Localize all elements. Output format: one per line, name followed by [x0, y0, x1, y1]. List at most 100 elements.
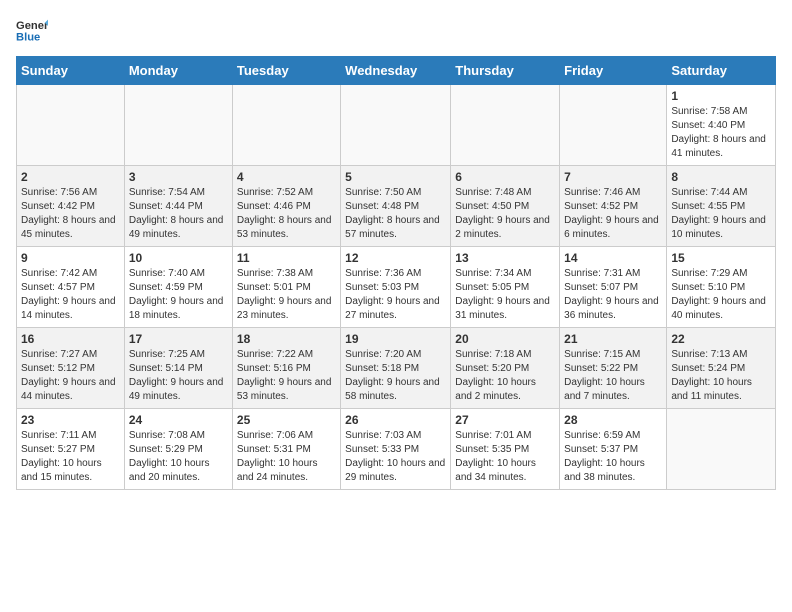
day-number: 14: [564, 251, 662, 265]
day-info: Sunrise: 7:29 AM Sunset: 5:10 PM Dayligh…: [671, 267, 771, 323]
calendar-cell: 26 Sunrise: 7:03 AM Sunset: 5:33 PM Dayli…: [341, 409, 451, 490]
day-number: 24: [129, 413, 228, 427]
svg-text:General: General: [16, 20, 48, 32]
day-number: 6: [455, 170, 555, 184]
svg-text:Blue: Blue: [16, 31, 40, 43]
day-number: 10: [129, 251, 228, 265]
calendar-cell: 27 Sunrise: 7:01 AM Sunset: 5:35 PM Dayli…: [451, 409, 560, 490]
day-info: Sunrise: 7:25 AM Sunset: 5:14 PM Dayligh…: [129, 348, 228, 404]
calendar-week-3: 16 Sunrise: 7:27 AM Sunset: 5:12 PM Dayli…: [17, 328, 776, 409]
day-number: 28: [564, 413, 662, 427]
calendar-cell: 12Sunrise: 7:36 AM Sunset: 5:03 PM Dayli…: [341, 247, 451, 328]
calendar-cell: 2 Sunrise: 7:56 AM Sunset: 4:42 PM Daylig…: [17, 166, 125, 247]
day-info: Sunrise: 7:38 AM Sunset: 5:01 PM Dayligh…: [237, 267, 336, 323]
day-number: 9: [21, 251, 120, 265]
day-info: Sunrise: 7:31 AM Sunset: 5:07 PM Dayligh…: [564, 267, 662, 323]
day-number: 23: [21, 413, 120, 427]
day-number: 8: [671, 170, 771, 184]
day-number: 7: [564, 170, 662, 184]
day-number: 2: [21, 170, 120, 184]
calendar-week-1: 2 Sunrise: 7:56 AM Sunset: 4:42 PM Daylig…: [17, 166, 776, 247]
day-number: 13: [455, 251, 555, 265]
calendar-week-0: 1 Sunrise: 7:58 AM Sunset: 4:40 PM Daylig…: [17, 85, 776, 166]
day-info: Sunrise: 7:13 AM Sunset: 5:24 PM Dayligh…: [671, 348, 771, 404]
calendar-cell: 28 Sunrise: 6:59 AM Sunset: 5:37 PM Dayli…: [560, 409, 667, 490]
calendar-cell: 19 Sunrise: 7:20 AM Sunset: 5:18 PM Dayli…: [341, 328, 451, 409]
calendar-cell: 5 Sunrise: 7:50 AM Sunset: 4:48 PM Daylig…: [341, 166, 451, 247]
day-info: Sunrise: 7:42 AM Sunset: 4:57 PM Dayligh…: [21, 267, 120, 323]
calendar-cell: [232, 85, 340, 166]
day-number: 25: [237, 413, 336, 427]
day-number: 22: [671, 332, 771, 346]
weekday-header-tuesday: Tuesday: [232, 57, 340, 85]
calendar-cell: [560, 85, 667, 166]
day-number: 4: [237, 170, 336, 184]
day-info: Sunrise: 7:11 AM Sunset: 5:27 PM Dayligh…: [21, 429, 120, 485]
calendar-cell: 24 Sunrise: 7:08 AM Sunset: 5:29 PM Dayli…: [124, 409, 232, 490]
day-number: 19: [345, 332, 446, 346]
day-info: Sunrise: 7:48 AM Sunset: 4:50 PM Dayligh…: [455, 186, 555, 242]
day-info: Sunrise: 7:18 AM Sunset: 5:20 PM Dayligh…: [455, 348, 555, 404]
day-number: 17: [129, 332, 228, 346]
day-number: 26: [345, 413, 446, 427]
day-info: Sunrise: 7:56 AM Sunset: 4:42 PM Dayligh…: [21, 186, 120, 242]
day-info: Sunrise: 7:52 AM Sunset: 4:46 PM Dayligh…: [237, 186, 336, 242]
calendar-cell: 18Sunrise: 7:22 AM Sunset: 5:16 PM Dayli…: [232, 328, 340, 409]
calendar-cell: [17, 85, 125, 166]
calendar-cell: 4 Sunrise: 7:52 AM Sunset: 4:46 PM Daylig…: [232, 166, 340, 247]
calendar-cell: 21 Sunrise: 7:15 AM Sunset: 5:22 PM Dayli…: [560, 328, 667, 409]
day-info: Sunrise: 7:08 AM Sunset: 5:29 PM Dayligh…: [129, 429, 228, 485]
day-number: 3: [129, 170, 228, 184]
calendar-cell: 3 Sunrise: 7:54 AM Sunset: 4:44 PM Daylig…: [124, 166, 232, 247]
day-info: Sunrise: 7:15 AM Sunset: 5:22 PM Dayligh…: [564, 348, 662, 404]
day-number: 27: [455, 413, 555, 427]
calendar-cell: 13 Sunrise: 7:34 AM Sunset: 5:05 PM Dayli…: [451, 247, 560, 328]
calendar-week-4: 23 Sunrise: 7:11 AM Sunset: 5:27 PM Dayli…: [17, 409, 776, 490]
day-info: Sunrise: 6:59 AM Sunset: 5:37 PM Dayligh…: [564, 429, 662, 485]
weekday-header-saturday: Saturday: [667, 57, 776, 85]
calendar-week-2: 9 Sunrise: 7:42 AM Sunset: 4:57 PM Daylig…: [17, 247, 776, 328]
calendar-cell: [451, 85, 560, 166]
weekday-header-monday: Monday: [124, 57, 232, 85]
day-info: Sunrise: 7:40 AM Sunset: 4:59 PM Dayligh…: [129, 267, 228, 323]
day-number: 1: [671, 89, 771, 103]
day-number: 11: [237, 251, 336, 265]
calendar-cell: 7 Sunrise: 7:46 AM Sunset: 4:52 PM Daylig…: [560, 166, 667, 247]
calendar-cell: 15Sunrise: 7:29 AM Sunset: 5:10 PM Dayli…: [667, 247, 776, 328]
calendar-cell: [341, 85, 451, 166]
day-info: Sunrise: 7:50 AM Sunset: 4:48 PM Dayligh…: [345, 186, 446, 242]
calendar-cell: 17 Sunrise: 7:25 AM Sunset: 5:14 PM Dayli…: [124, 328, 232, 409]
day-info: Sunrise: 7:22 AM Sunset: 5:16 PM Dayligh…: [237, 348, 336, 404]
day-number: 20: [455, 332, 555, 346]
day-info: Sunrise: 7:03 AM Sunset: 5:33 PM Dayligh…: [345, 429, 446, 485]
day-info: Sunrise: 7:06 AM Sunset: 5:31 PM Dayligh…: [237, 429, 336, 485]
day-info: Sunrise: 7:34 AM Sunset: 5:05 PM Dayligh…: [455, 267, 555, 323]
calendar-cell: 1 Sunrise: 7:58 AM Sunset: 4:40 PM Daylig…: [667, 85, 776, 166]
day-info: Sunrise: 7:36 AM Sunset: 5:03 PM Dayligh…: [345, 267, 446, 323]
day-info: Sunrise: 7:46 AM Sunset: 4:52 PM Dayligh…: [564, 186, 662, 242]
day-info: Sunrise: 7:54 AM Sunset: 4:44 PM Dayligh…: [129, 186, 228, 242]
header: General Blue: [16, 16, 776, 44]
day-number: 16: [21, 332, 120, 346]
calendar-cell: 22 Sunrise: 7:13 AM Sunset: 5:24 PM Dayli…: [667, 328, 776, 409]
day-number: 21: [564, 332, 662, 346]
weekday-header-thursday: Thursday: [451, 57, 560, 85]
weekday-header-row: SundayMondayTuesdayWednesdayThursdayFrid…: [17, 57, 776, 85]
day-info: Sunrise: 7:01 AM Sunset: 5:35 PM Dayligh…: [455, 429, 555, 485]
calendar-cell: 23 Sunrise: 7:11 AM Sunset: 5:27 PM Dayli…: [17, 409, 125, 490]
day-info: Sunrise: 7:58 AM Sunset: 4:40 PM Dayligh…: [671, 105, 771, 161]
calendar-cell: [667, 409, 776, 490]
day-info: Sunrise: 7:27 AM Sunset: 5:12 PM Dayligh…: [21, 348, 120, 404]
logo-icon: General Blue: [16, 16, 48, 44]
calendar-cell: [124, 85, 232, 166]
calendar-cell: 16 Sunrise: 7:27 AM Sunset: 5:12 PM Dayli…: [17, 328, 125, 409]
weekday-header-wednesday: Wednesday: [341, 57, 451, 85]
calendar-cell: 8 Sunrise: 7:44 AM Sunset: 4:55 PM Daylig…: [667, 166, 776, 247]
logo: General Blue: [16, 16, 48, 44]
weekday-header-friday: Friday: [560, 57, 667, 85]
calendar-cell: 25 Sunrise: 7:06 AM Sunset: 5:31 PM Dayli…: [232, 409, 340, 490]
calendar-cell: 11 Sunrise: 7:38 AM Sunset: 5:01 PM Dayli…: [232, 247, 340, 328]
day-info: Sunrise: 7:44 AM Sunset: 4:55 PM Dayligh…: [671, 186, 771, 242]
day-info: Sunrise: 7:20 AM Sunset: 5:18 PM Dayligh…: [345, 348, 446, 404]
day-number: 5: [345, 170, 446, 184]
